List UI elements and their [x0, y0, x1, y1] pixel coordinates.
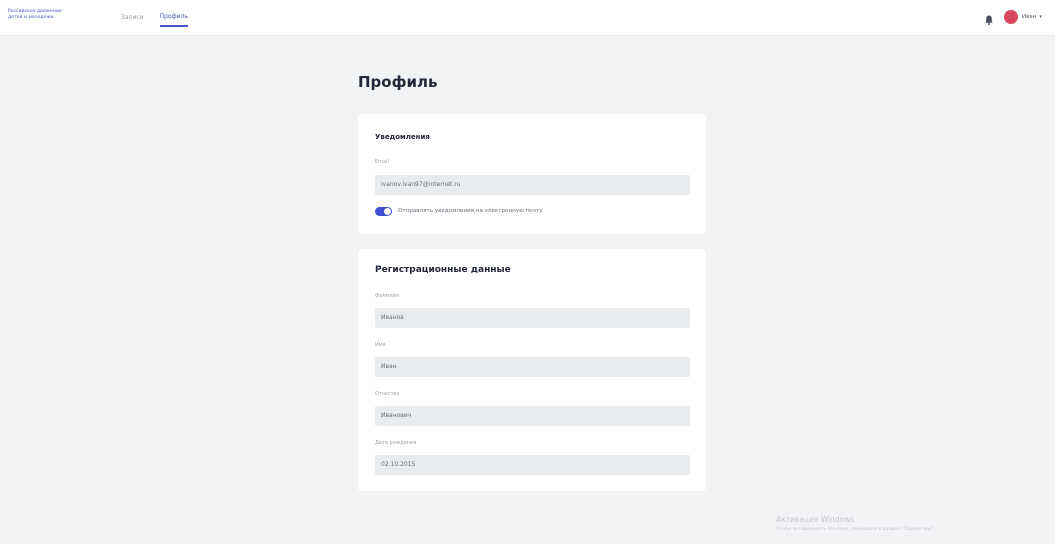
email-field[interactable]: ivanov.ivan97@internet.ru	[375, 175, 690, 195]
page-title: Профиль	[358, 73, 438, 91]
birthdate-label: Дата рождения	[375, 440, 417, 446]
registration-card: Регистрационные данные Фамилия Иванов Им…	[358, 249, 706, 491]
user-name: Иван	[1022, 14, 1037, 20]
main-nav: Записи Профиль	[121, 0, 204, 36]
nav-item-records[interactable]: Записи	[121, 0, 144, 36]
surname-field[interactable]: Иванов	[375, 308, 690, 328]
nav-item-profile[interactable]: Профиль	[160, 0, 188, 34]
notifications-title: Уведомления	[375, 133, 430, 141]
logo-line-2: детей и молодёжи	[8, 15, 54, 20]
name-label: Имя	[375, 342, 386, 348]
registration-title: Регистрационные данные	[375, 265, 511, 275]
email-label: Email	[375, 159, 389, 165]
chevron-down-icon[interactable]: ▾	[1039, 14, 1042, 20]
birthdate-field[interactable]: 02.10.2015	[375, 455, 690, 475]
watermark-subtitle: Чтобы активировать Windows, перейдите в …	[776, 527, 935, 532]
email-notifications-toggle[interactable]	[375, 207, 392, 216]
watermark-title: Активация Windows	[776, 515, 855, 524]
top-navigation-bar: Российское движение детей и молодёжи Зап…	[0, 0, 1055, 36]
surname-label: Фамилия	[375, 293, 399, 299]
avatar[interactable]	[1004, 10, 1018, 24]
toggle-knob	[384, 208, 391, 215]
patronymic-field[interactable]: Иванович	[375, 406, 690, 426]
user-menu[interactable]: Иван ▾	[1004, 10, 1042, 24]
name-field[interactable]: Иван	[375, 357, 690, 377]
patronymic-label: Отчество	[375, 391, 400, 397]
windows-activation-watermark: Активация Windows Чтобы активировать Win…	[776, 515, 935, 532]
bell-icon[interactable]	[984, 11, 994, 25]
logo[interactable]: Российское движение детей и молодёжи	[8, 9, 100, 21]
email-notifications-label[interactable]: Отправлять уведомления на электронную по…	[398, 207, 543, 216]
notifications-card: Уведомления Email ivanov.ivan97@internet…	[358, 114, 706, 234]
